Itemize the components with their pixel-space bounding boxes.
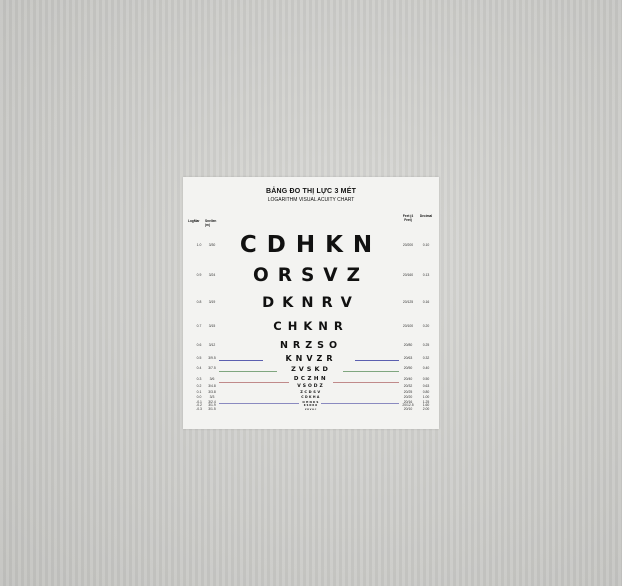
optotype-letters: KSNRO — [303, 404, 319, 407]
logmar-value: 0.9 — [196, 273, 202, 278]
logmar-value: 0.3 — [196, 376, 202, 381]
header-logmar: LogMar — [188, 219, 200, 223]
snellen-value: 3/12 — [208, 342, 216, 347]
feet-value: 20/50 — [403, 366, 413, 371]
decimal-value: 0.32 — [422, 356, 430, 361]
optotype-letters: KNVZR — [285, 354, 337, 363]
optotype-letters: VSODZ — [297, 384, 325, 389]
feet-value: 20/80 — [403, 342, 413, 347]
logmar-value: 0.7 — [196, 323, 202, 328]
decimal-value: 0.40 — [422, 366, 430, 371]
optotype-letters: CDKHA — [301, 395, 321, 399]
feet-value: 20/63 — [403, 356, 413, 361]
decimal-value: 0.16 — [422, 300, 430, 305]
decimal-value: 2.00 — [422, 407, 430, 412]
optotype-letters: DKNRV — [262, 295, 360, 311]
logmar-value: 0.5 — [196, 356, 202, 361]
header-snellen: Snellen (m) — [205, 219, 217, 227]
guide-line — [219, 403, 299, 404]
logmar-value: -0.3 — [196, 407, 202, 412]
decimal-value: 0.63 — [422, 384, 430, 389]
chart-subtitle: LOGARITHM VISUAL ACUITY CHART — [267, 197, 355, 203]
logmar-value: 0.6 — [196, 342, 202, 347]
logmar-value: 0.4 — [196, 366, 202, 371]
logmar-value: 0.8 — [196, 300, 202, 305]
optotype-letters: CHKNR — [273, 319, 349, 333]
optotype-letters: NRZSO — [279, 340, 343, 351]
decimal-value: 0.20 — [422, 323, 430, 328]
feet-value: 20/32 — [403, 384, 413, 389]
snellen-value: 3/24 — [208, 273, 216, 278]
snellen-value: 3/9.5 — [208, 356, 216, 361]
guide-line — [333, 382, 399, 383]
feet-value: 20/125 — [402, 300, 414, 305]
snellen-value: 3/4.8 — [208, 384, 216, 389]
guide-line — [219, 371, 277, 372]
snellen-value: 3/19 — [208, 300, 216, 305]
decimal-value: 0.50 — [422, 376, 430, 381]
decimal-value: 0.13 — [422, 273, 430, 278]
feet-value: 20/200 — [402, 242, 414, 247]
logmar-value: 0.0 — [196, 394, 202, 399]
snellen-value: 3/15 — [208, 323, 216, 328]
snellen-value: 3/1.5 — [208, 407, 216, 412]
feet-value: 20/100 — [402, 323, 414, 328]
feet-value: 20/40 — [403, 376, 413, 381]
optotype-letters: ORSVZ — [252, 265, 370, 286]
visual-acuity-chart: BẢNG ĐO THỊ LỰC 3 MÉT LOGARITHM VISUAL A… — [183, 177, 439, 429]
decimal-value: 1.00 — [422, 394, 430, 399]
logmar-value: 1.0 — [196, 242, 202, 247]
header-decimal: Decimal — [419, 214, 433, 218]
logmar-value: 0.2 — [196, 384, 202, 389]
chart-title: BẢNG ĐO THỊ LỰC 3 MÉT — [265, 188, 357, 195]
optotype-letters: ZDVHC — [304, 409, 318, 411]
guide-line — [219, 360, 263, 361]
guide-line — [355, 360, 399, 361]
guide-line — [321, 403, 399, 404]
snellen-value: 3/3 — [209, 394, 215, 399]
header-feet: Feet (4 Feet) — [402, 214, 414, 222]
snellen-value: 3/30 — [208, 242, 216, 247]
photo-scene: BẢNG ĐO THỊ LỰC 3 MÉT LOGARITHM VISUAL A… — [0, 0, 622, 586]
guide-line — [343, 371, 399, 372]
guide-line — [219, 382, 289, 383]
snellen-value: 3/7.5 — [208, 366, 216, 371]
optotype-letters: CDHKN — [239, 232, 383, 258]
feet-value: 20/20 — [403, 394, 413, 399]
feet-value: 20/160 — [402, 273, 414, 278]
feet-value: 20/10 — [403, 407, 413, 412]
decimal-value: 0.10 — [422, 242, 430, 247]
snellen-value: 3/6 — [209, 376, 215, 381]
decimal-value: 0.25 — [422, 342, 430, 347]
